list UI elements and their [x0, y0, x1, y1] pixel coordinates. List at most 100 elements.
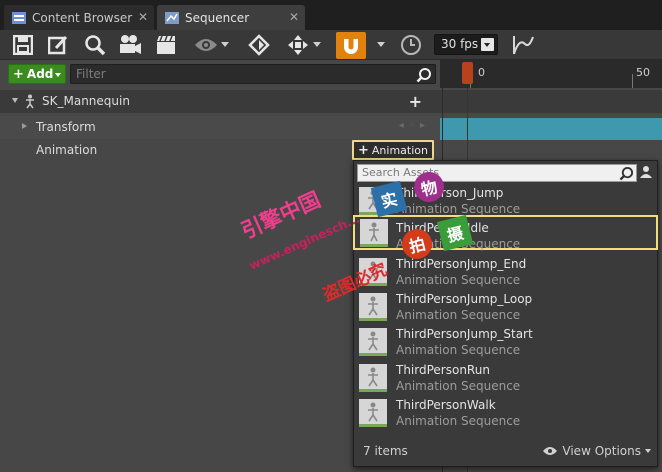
asset-list-item-selected[interactable]: ThirdPersonIdle Animation Sequence [353, 215, 658, 251]
asset-type: Animation Sequence [396, 343, 521, 357]
asset-name: ThirdPerson_Jump [396, 186, 504, 200]
mannequin-icon [368, 402, 378, 422]
ruler-tick-label: 50 [636, 66, 650, 79]
close-icon[interactable]: ✕ [289, 10, 299, 24]
view-options-button[interactable]: View Options [542, 444, 651, 458]
track-row-actor[interactable]: SK_Mannequin + [0, 90, 440, 113]
plus-icon: + [358, 142, 369, 158]
eye-icon [543, 447, 558, 455]
tab-content-browser[interactable]: Content Browser ✕ [4, 5, 154, 30]
time-button[interactable] [399, 33, 423, 57]
user-filter-icon[interactable] [639, 165, 653, 179]
search-icon [416, 68, 431, 83]
filter-input[interactable]: Filter [70, 64, 436, 84]
ruler-tick-label: 0 [478, 66, 485, 79]
actor-name: SK_Mannequin [42, 94, 130, 108]
find-button[interactable] [83, 33, 107, 57]
save-as-icon [48, 35, 68, 55]
asset-list-item[interactable]: ThirdPersonJump_Loop Animation Sequence [354, 290, 657, 325]
timeline-actor-band [440, 90, 662, 113]
animation-thumbnail [359, 399, 387, 427]
chevron-down-icon[interactable] [377, 42, 385, 47]
skeletal-mesh-icon [26, 94, 34, 109]
chevron-down-icon[interactable] [313, 42, 321, 47]
magnifier-icon [85, 35, 106, 56]
movie-camera-icon [120, 35, 141, 54]
asset-list-item[interactable]: ThirdPersonRun Animation Sequence [354, 361, 657, 396]
mannequin-icon [368, 296, 378, 316]
save-button[interactable] [11, 33, 35, 57]
close-icon[interactable]: ✕ [138, 10, 148, 24]
collapsed-arrow-icon[interactable] [22, 123, 27, 129]
chevron-down-icon [481, 38, 494, 51]
snap-toggle-button[interactable] [336, 32, 366, 59]
clapperboard-icon [157, 35, 175, 54]
asset-type: Animation Sequence [396, 379, 521, 393]
tab-content-browser-label: Content Browser [32, 10, 133, 25]
track-row-animation[interactable]: Animation + Animation [0, 139, 440, 162]
chevron-down-icon [645, 449, 651, 453]
watermark-url: www.enginesch... [247, 211, 362, 273]
track-row-transform[interactable]: Transform ◂ ◦ ▸ [0, 116, 440, 139]
clock-icon [401, 35, 421, 55]
frame-rate-value: 30 fps [441, 37, 479, 51]
chevron-down-icon [55, 73, 61, 77]
asset-search-input[interactable]: Search Assets [357, 164, 637, 182]
content-browser-icon [12, 11, 26, 24]
search-icon [619, 166, 634, 181]
curve-icon [513, 36, 534, 55]
tab-bar: Content Browser ✕ Sequencer ✕ [0, 0, 662, 30]
filter-placeholder: Filter [76, 67, 106, 81]
ruler-tick [632, 74, 633, 88]
curve-editor-button[interactable] [511, 33, 535, 57]
add-animation-button[interactable]: + Animation [352, 140, 434, 160]
add-track-button[interactable]: + Add [8, 64, 66, 84]
timeline-transform-band[interactable] [440, 118, 662, 140]
asset-list-item[interactable]: ThirdPersonJump_End Animation Sequence [354, 255, 657, 290]
asset-picker-footer: 7 items View Options [354, 436, 657, 466]
auto-key-button[interactable] [286, 33, 310, 57]
asset-type: Animation Sequence [396, 202, 521, 216]
add-track-plus-icon[interactable]: + [409, 92, 422, 111]
render-movie-button[interactable] [154, 33, 178, 57]
visibility-button[interactable] [194, 33, 218, 57]
view-options-label: View Options [562, 444, 641, 458]
asset-list-item[interactable]: ThirdPersonWalk Animation Sequence [354, 396, 657, 431]
animation-thumbnail [359, 258, 387, 286]
watermark-text: 引擎中国 [237, 187, 325, 244]
asset-list-item[interactable]: ThirdPersonJump_Start Animation Sequence [354, 325, 657, 360]
asset-type: Animation Sequence [396, 273, 521, 287]
asset-name: ThirdPersonRun [396, 363, 490, 377]
move-arrows-icon [288, 35, 308, 55]
tab-sequencer[interactable]: Sequencer ✕ [157, 5, 305, 30]
key-button[interactable] [247, 33, 271, 57]
magnet-icon [344, 38, 358, 54]
sequencer-icon [165, 11, 179, 24]
animation-thumbnail [360, 219, 388, 247]
chevron-down-icon[interactable] [221, 42, 229, 47]
add-track-label: Add [26, 67, 54, 81]
mannequin-icon [368, 331, 378, 351]
animation-label: Animation [36, 143, 98, 157]
toolbar: 30 fps [0, 30, 662, 60]
asset-type: Animation Sequence [396, 308, 521, 322]
animation-thumbnail [359, 293, 387, 321]
tab-sequencer-label: Sequencer [185, 10, 250, 25]
animation-thumbnail [359, 328, 387, 356]
frame-rate-select[interactable]: 30 fps [434, 34, 498, 55]
diamond-key-icon [248, 34, 270, 56]
asset-name: ThirdPersonJump_Loop [396, 292, 533, 306]
mannequin-icon [369, 222, 379, 242]
time-ruler[interactable]: 0 50 [440, 60, 662, 88]
expand-arrow-icon[interactable] [12, 98, 18, 103]
asset-name: ThirdPersonWalk [396, 398, 496, 412]
asset-type: Animation Sequence [396, 414, 521, 428]
item-count: 7 items [363, 444, 408, 458]
playhead[interactable] [462, 62, 473, 84]
camera-button[interactable] [118, 33, 142, 57]
eye-icon [195, 39, 217, 51]
mannequin-icon [368, 261, 378, 281]
key-navigation-icons[interactable]: ◂ ◦ ▸ [399, 120, 426, 131]
save-as-button[interactable] [46, 33, 70, 57]
asset-name: ThirdPersonJump_Start [396, 327, 533, 341]
